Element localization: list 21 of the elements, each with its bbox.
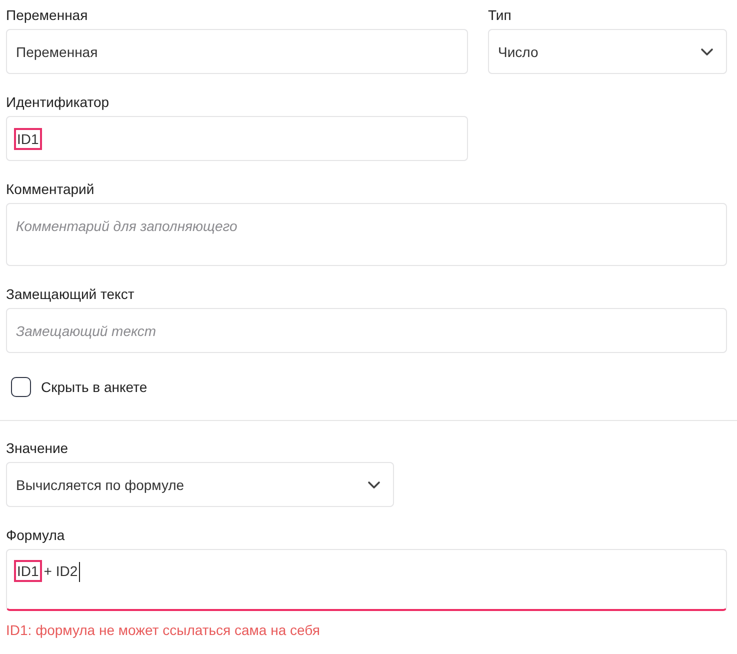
dropdown[interactable]: Число — [488, 29, 727, 74]
field-label: Формула — [6, 526, 66, 544]
field-label: Идентификатор — [6, 93, 110, 111]
token-text: + ID2 — [44, 562, 78, 580]
checkbox-label: Скрыть в анкете — [41, 379, 148, 395]
field-label: Переменная — [6, 6, 89, 24]
field-label: Тип — [488, 6, 512, 24]
highlighted-token: ID1 — [16, 130, 40, 148]
highlighted-token: ID1 — [16, 562, 40, 580]
field-label: Замещающий текст — [6, 285, 136, 303]
text-cursor — [78, 562, 80, 582]
error-message: ID1: формула не может ссылаться сама на себя — [6, 622, 321, 638]
field-label: Значение — [6, 439, 70, 457]
textarea-field[interactable]: Комментарий для заполняющего — [6, 203, 727, 266]
text-field[interactable]: ID1 — [6, 116, 468, 161]
formula-field[interactable]: ID1 + ID2 — [6, 549, 727, 611]
text-field[interactable]: Переменная — [6, 29, 468, 74]
dropdown[interactable]: Вычисляется по формуле — [6, 462, 394, 507]
field-label: Комментарий — [6, 180, 96, 198]
text-field[interactable]: Замещающий текст — [6, 308, 727, 353]
checkbox[interactable] — [11, 377, 31, 397]
